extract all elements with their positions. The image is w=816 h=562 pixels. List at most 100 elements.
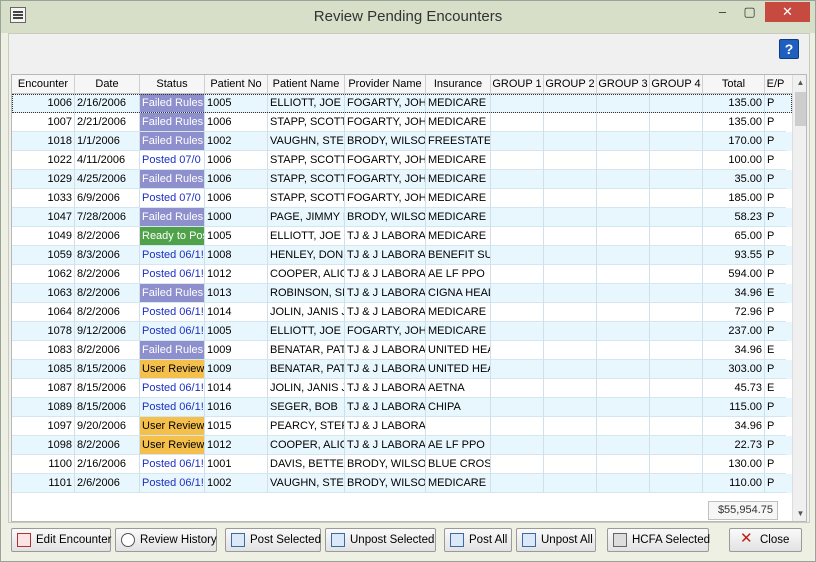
cell-group-2 <box>544 341 597 360</box>
cell-patient-name: COOPER, ALIC <box>268 265 345 284</box>
close-window-icon[interactable]: ✕ <box>765 2 810 22</box>
review-history-button[interactable]: Review History <box>115 528 217 552</box>
table-row[interactable]: 1047 7/28/2006 Failed Rules 1000 PAGE, JIMMY… <box>12 208 792 227</box>
cell-group-3 <box>597 132 650 151</box>
cell-ep: P <box>765 360 786 379</box>
cell-status: Failed Rules <box>140 284 205 303</box>
cell-status: User Review <box>140 417 205 436</box>
cell-ep: P <box>765 189 786 208</box>
cell-insurance: UNITED HEA <box>426 341 491 360</box>
cell-ep: P <box>765 436 786 455</box>
cell-patient-no: 1014 <box>205 379 268 398</box>
column-header-total[interactable]: Total <box>703 75 765 94</box>
cell-group-2 <box>544 379 597 398</box>
cell-insurance: MEDICARE <box>426 322 491 341</box>
column-header-insurance[interactable]: Insurance <box>426 75 491 94</box>
close-button[interactable]: ✕ Close <box>729 528 802 552</box>
column-header-group-1[interactable]: GROUP 1 <box>491 75 544 94</box>
minimize-icon[interactable]: – <box>709 2 736 22</box>
cell-patient-no: 1008 <box>205 246 268 265</box>
column-header-patient-name[interactable]: Patient Name <box>268 75 345 94</box>
cell-group-1 <box>491 455 544 474</box>
vertical-scrollbar[interactable]: ▲ ▼ <box>792 75 806 521</box>
cell-total: 34.96 <box>703 284 765 303</box>
edit-encounter-button[interactable]: Edit Encounter <box>11 528 111 552</box>
cell-insurance: MEDICARE <box>426 474 491 493</box>
column-header-encounter[interactable]: Encounter <box>12 75 75 94</box>
table-row[interactable]: 1083 8/2/2006 Failed Rules 1009 BENATAR, PAT… <box>12 341 792 360</box>
cell-provider-name: BRODY, WILSON <box>345 208 426 227</box>
column-header-patient-no[interactable]: Patient No <box>205 75 268 94</box>
table-row[interactable]: 1063 8/2/2006 Failed Rules 1013 ROBINSON, SM… <box>12 284 792 303</box>
cell-group-4 <box>650 94 703 113</box>
cell-encounter: 1098 <box>12 436 75 455</box>
cell-group-1 <box>491 170 544 189</box>
help-icon[interactable]: ? <box>779 39 799 59</box>
table-row[interactable]: 1033 6/9/2006 Posted 07/0 1006 STAPP, SCOTT F… <box>12 189 792 208</box>
table-row[interactable]: 1006 2/16/2006 Failed Rules 1005 ELLIOTT, JO… <box>12 94 792 113</box>
table-row[interactable]: 1097 9/20/2006 User Review 1015 PEARCY, STEP… <box>12 417 792 436</box>
column-header-status[interactable]: Status <box>140 75 205 94</box>
cell-patient-name: VAUGHN, STEV <box>268 474 345 493</box>
scroll-up-icon[interactable]: ▲ <box>793 75 806 90</box>
cell-date: 8/15/2006 <box>75 360 140 379</box>
cell-group-1 <box>491 379 544 398</box>
column-header-group-4[interactable]: GROUP 4 <box>650 75 703 94</box>
table-row[interactable]: 1022 4/11/2006 Posted 07/0 1006 STAPP, SCOTT… <box>12 151 792 170</box>
table-row[interactable]: 1007 2/21/2006 Failed Rules 1006 STAPP, SCOT… <box>12 113 792 132</box>
cell-total: 72.96 <box>703 303 765 322</box>
cell-encounter: 1006 <box>12 94 75 113</box>
cell-patient-name: STAPP, SCOTT <box>268 189 345 208</box>
cell-provider-name: FOGARTY, JOHN <box>345 322 426 341</box>
cell-group-1 <box>491 360 544 379</box>
unpost-all-button[interactable]: Unpost All <box>516 528 596 552</box>
cell-total: 135.00 <box>703 94 765 113</box>
column-header-date[interactable]: Date <box>75 75 140 94</box>
cell-date: 8/3/2006 <box>75 246 140 265</box>
table-row[interactable]: 1100 2/16/2006 Posted 06/1! 1001 DAVIS, BETT… <box>12 455 792 474</box>
post-selected-button[interactable]: Post Selected <box>225 528 321 552</box>
column-header-group-3[interactable]: GROUP 3 <box>597 75 650 94</box>
cell-provider-name: FOGARTY, JOHN <box>345 94 426 113</box>
cell-status: Posted 06/1! <box>140 246 205 265</box>
cell-status: Posted 06/1! <box>140 322 205 341</box>
table-row[interactable]: 1078 9/12/2006 Posted 06/1! 1005 ELLIOTT, JO… <box>12 322 792 341</box>
table-row[interactable]: 1064 8/2/2006 Posted 06/1! 1014 JOLIN, JANIS… <box>12 303 792 322</box>
maximize-icon[interactable]: ▢ <box>736 2 763 22</box>
post-all-button[interactable]: Post All <box>444 528 512 552</box>
cell-encounter: 1078 <box>12 322 75 341</box>
cell-group-3 <box>597 303 650 322</box>
table-row[interactable]: 1059 8/3/2006 Posted 06/1! 1008 HENLEY, DON T… <box>12 246 792 265</box>
column-header-provider-name[interactable]: Provider Name <box>345 75 426 94</box>
column-header-ep[interactable]: E/P <box>765 75 786 94</box>
column-header-group-2[interactable]: GROUP 2 <box>544 75 597 94</box>
cell-status: Posted 06/1! <box>140 265 205 284</box>
table-row[interactable]: 1049 8/2/2006 Ready to Pos 1005 ELLIOTT, JOE… <box>12 227 792 246</box>
cell-group-4 <box>650 170 703 189</box>
cell-provider-name: TJ & J LABORAT <box>345 265 426 284</box>
cell-patient-name: ELLIOTT, JOE <box>268 227 345 246</box>
grid-body: 1006 2/16/2006 Failed Rules 1005 ELLIOTT, JO… <box>12 94 792 494</box>
cell-ep: E <box>765 379 786 398</box>
table-row[interactable]: 1029 4/25/2006 Failed Rules 1006 STAPP, SCOT… <box>12 170 792 189</box>
cell-date: 1/1/2006 <box>75 132 140 151</box>
table-row[interactable]: 1087 8/15/2006 Posted 06/1! 1014 JOLIN, JANI… <box>12 379 792 398</box>
table-row[interactable]: 1101 2/6/2006 Posted 06/1! 1002 VAUGHN, STEV… <box>12 474 792 493</box>
cell-patient-no: 1006 <box>205 170 268 189</box>
cell-group-1 <box>491 132 544 151</box>
table-row[interactable]: 1085 8/15/2006 User Review 1009 BENATAR, PAT… <box>12 360 792 379</box>
hcfa-selected-button[interactable]: HCFA Selected <box>607 528 710 552</box>
scroll-thumb[interactable] <box>795 92 806 126</box>
table-row[interactable]: 1062 8/2/2006 Posted 06/1! 1012 COOPER, ALIC… <box>12 265 792 284</box>
cell-date: 8/2/2006 <box>75 341 140 360</box>
cell-group-1 <box>491 227 544 246</box>
table-row[interactable]: 1089 8/15/2006 Posted 06/1! 1016 SEGER, BOB T… <box>12 398 792 417</box>
cell-provider-name: TJ & J LABORAT <box>345 398 426 417</box>
scroll-down-icon[interactable]: ▼ <box>793 506 806 521</box>
table-row[interactable]: 1018 1/1/2006 Failed Rules 1002 VAUGHN, STEV… <box>12 132 792 151</box>
unpost-selected-button[interactable]: Unpost Selected <box>325 528 436 552</box>
cell-group-3 <box>597 379 650 398</box>
cell-ep: P <box>765 246 786 265</box>
table-row[interactable]: 1098 8/2/2006 User Review 1012 COOPER, ALIC T… <box>12 436 792 455</box>
cell-total: 170.00 <box>703 132 765 151</box>
